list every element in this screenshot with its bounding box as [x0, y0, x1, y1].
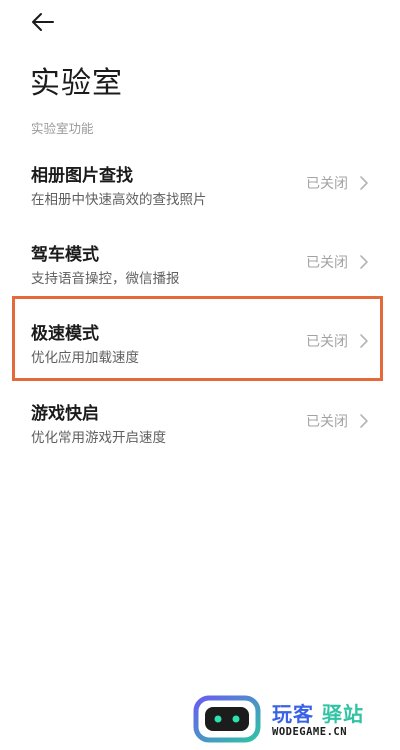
- item-title: 驾车模式: [31, 245, 99, 265]
- section-label: 实验室功能: [31, 121, 94, 136]
- robot-logo-icon: [193, 695, 261, 743]
- watermark-brand-secondary: 驿站: [322, 702, 364, 726]
- chevron-right-icon: [360, 176, 368, 190]
- watermark-brand: 玩客 驿站: [272, 698, 364, 727]
- item-title: 相册图片查找: [31, 166, 133, 186]
- chevron-right-icon: [360, 255, 368, 269]
- item-title: 游戏快启: [31, 404, 99, 424]
- back-button[interactable]: [26, 8, 60, 36]
- item-status: 已关闭: [306, 255, 348, 271]
- watermark-domain: WODEGAME.CN: [272, 726, 348, 738]
- highlight-frame: [12, 296, 383, 381]
- item-description: 在相册中快速高效的查找照片: [31, 192, 207, 208]
- chevron-right-icon: [360, 414, 368, 428]
- list-item-photo-search[interactable]: 相册图片查找 在相册中快速高效的查找照片 已关闭: [0, 161, 400, 223]
- item-description: 优化常用游戏开启速度: [31, 430, 166, 446]
- page-title: 实验室: [30, 66, 123, 101]
- watermark-brand-primary: 玩客: [272, 702, 314, 726]
- list-item-game-quick-start[interactable]: 游戏快启 优化常用游戏开启速度 已关闭: [0, 399, 400, 461]
- item-description: 支持语音操控，微信播报: [31, 271, 180, 287]
- item-status: 已关闭: [306, 414, 348, 430]
- watermark: 玩客 驿站 WODEGAME.CN: [192, 694, 397, 746]
- item-status: 已关闭: [306, 176, 348, 192]
- list-item-driving-mode[interactable]: 驾车模式 支持语音操控，微信播报 已关闭: [0, 240, 400, 302]
- arrow-left-icon: [32, 13, 54, 31]
